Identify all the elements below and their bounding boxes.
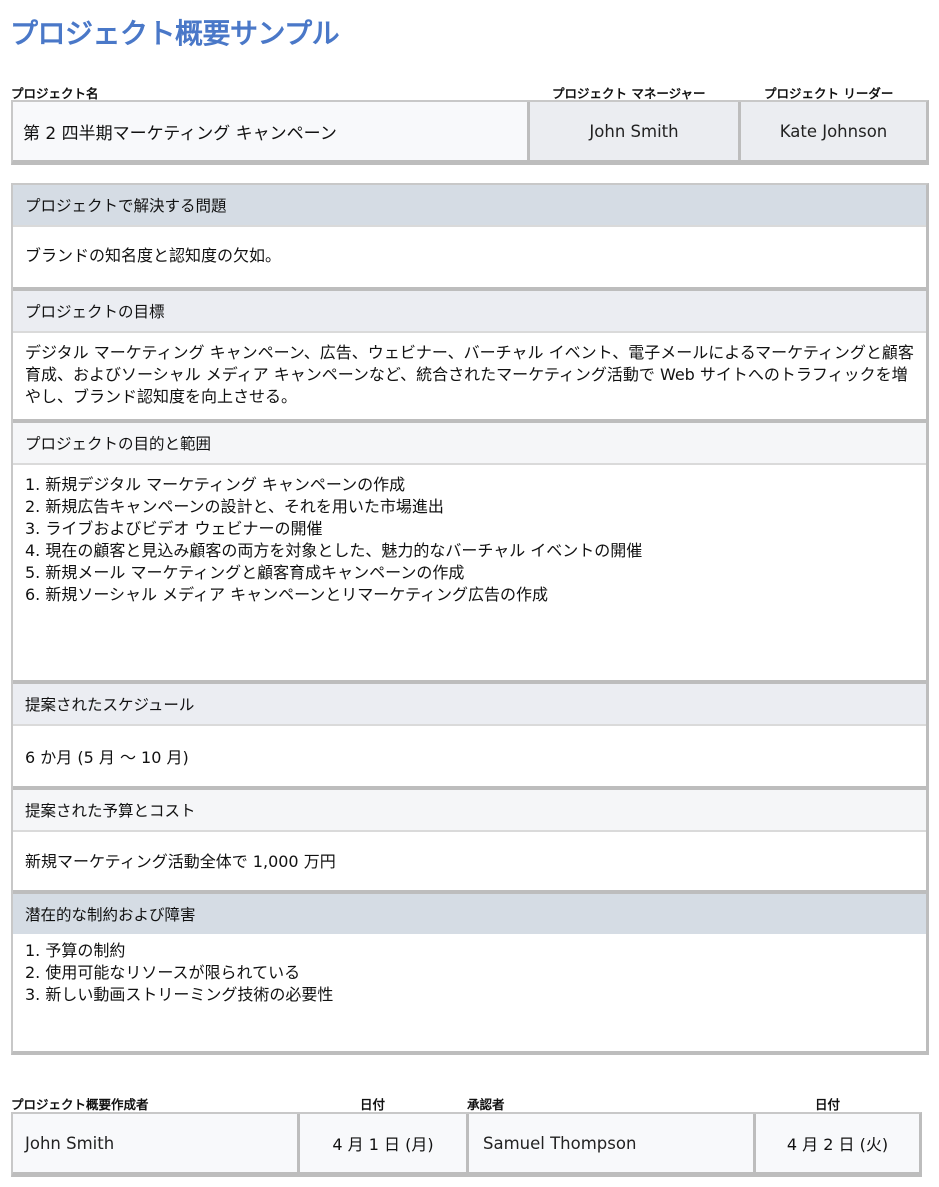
objective-item: 2. 新規広告キャンペーンの設計と、それを用いた市場進出 — [25, 497, 444, 516]
author-date-label: 日付 — [360, 1097, 386, 1112]
problem-field[interactable]: ブランドの知名度と認知度の欠如。 — [13, 225, 926, 287]
page-title: プロジェクト概要サンプル — [10, 17, 340, 50]
author-field[interactable]: John Smith — [13, 1114, 297, 1172]
approver-date-field[interactable]: 4 月 2 日 (火) — [753, 1114, 919, 1172]
budget-field[interactable]: 新規マーケティング活動全体で 1,000 万円 — [13, 830, 926, 890]
project-leader-field[interactable]: Kate Johnson — [738, 102, 926, 160]
constraints-heading: 潜在的な制約および障害 — [13, 894, 926, 934]
constraints-field[interactable]: 1. 予算の制約 2. 使用可能なリソースが限られている 3. 新しい動画ストリ… — [13, 934, 926, 1051]
project-name-field[interactable]: 第 2 四半期マーケティング キャンペーン — [13, 102, 527, 160]
goal-heading: プロジェクトの目標 — [13, 291, 926, 331]
constraint-item: 3. 新しい動画ストリーミング技術の必要性 — [25, 985, 334, 1004]
schedule-field[interactable]: 6 か月 (5 月 ～ 10 月) — [13, 724, 926, 786]
objective-item: 5. 新規メール マーケティングと顧客育成キャンペーンの作成 — [25, 563, 465, 582]
goal-text: デジタル マーケティング キャンペーン、広告、ウェビナー、バーチャル イベント、… — [25, 343, 914, 406]
schedule-heading: 提案されたスケジュール — [13, 684, 926, 724]
problem-heading: プロジェクトで解決する問題 — [13, 185, 926, 225]
signoff-table: John Smith 4 月 1 日 (月) Samuel Thompson 4… — [11, 1112, 922, 1177]
approver-value: Samuel Thompson — [483, 1133, 637, 1153]
objectives-field[interactable]: 1. 新規デジタル マーケティング キャンペーンの作成 2. 新規広告キャンペー… — [13, 463, 926, 680]
objective-item: 6. 新規ソーシャル メディア キャンペーンとリマーケティング広告の作成 — [25, 585, 549, 604]
constraint-item: 1. 予算の制約 — [25, 941, 126, 960]
author-date-field[interactable]: 4 月 1 日 (月) — [297, 1114, 466, 1172]
project-manager-value: John Smith — [589, 121, 679, 141]
budget-text: 新規マーケティング活動全体で 1,000 万円 — [25, 852, 336, 871]
budget-heading: 提案された予算とコスト — [13, 790, 926, 830]
objective-item: 4. 現在の顧客と見込み顧客の両方を対象とした、魅力的なバーチャル イベントの開… — [25, 541, 643, 560]
approver-date-value: 4 月 2 日 (火) — [786, 1135, 889, 1154]
author-date-value: 4 月 1 日 (月) — [332, 1135, 434, 1154]
approver-field[interactable]: Samuel Thompson — [466, 1114, 753, 1172]
objectives-heading: プロジェクトの目的と範囲 — [13, 423, 926, 463]
approver-label: 承認者 — [467, 1097, 505, 1112]
project-manager-field[interactable]: John Smith — [527, 102, 738, 160]
approver-date-label: 日付 — [815, 1097, 841, 1112]
author-value: John Smith — [25, 1133, 115, 1153]
problem-text: ブランドの知名度と認知度の欠如。 — [25, 246, 282, 265]
objective-item: 3. ライブおよびビデオ ウェビナーの開催 — [25, 519, 323, 538]
objective-item: 1. 新規デジタル マーケティング キャンペーンの作成 — [25, 475, 406, 494]
project-info-table: 第 2 四半期マーケティング キャンペーン John Smith Kate Jo… — [11, 100, 929, 165]
goal-field[interactable]: デジタル マーケティング キャンペーン、広告、ウェビナー、バーチャル イベント、… — [13, 331, 926, 419]
project-name-value: 第 2 四半期マーケティング キャンペーン — [23, 123, 337, 144]
project-details-table: プロジェクトで解決する問題 ブランドの知名度と認知度の欠如。 プロジェクトの目標… — [11, 183, 929, 1055]
author-label: プロジェクト概要作成者 — [11, 1097, 149, 1112]
project-leader-value: Kate Johnson — [779, 121, 888, 141]
schedule-text: 6 か月 (5 月 ～ 10 月) — [25, 748, 189, 767]
constraint-item: 2. 使用可能なリソースが限られている — [25, 963, 301, 982]
